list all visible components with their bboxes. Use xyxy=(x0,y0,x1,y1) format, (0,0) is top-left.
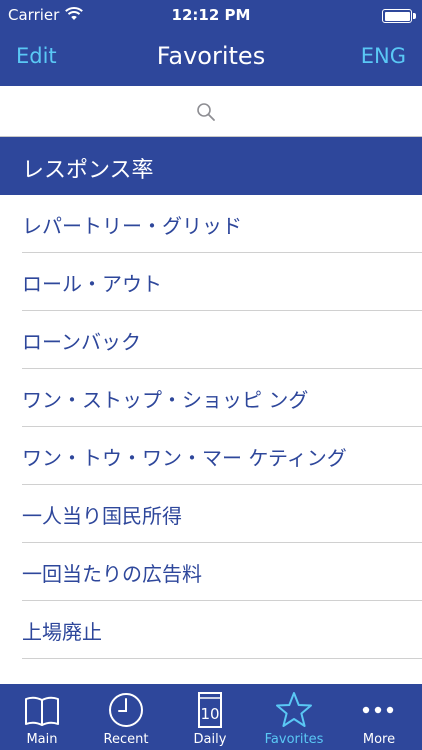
tab-daily-label: Daily xyxy=(193,732,227,747)
battery-icon xyxy=(382,9,416,23)
calendar-day-number: 10 xyxy=(200,705,219,723)
list-item[interactable]: 一人当り国民所得 xyxy=(22,485,422,543)
language-button[interactable]: ENG xyxy=(361,44,406,68)
tab-recent[interactable]: Recent xyxy=(84,684,168,750)
list-item[interactable]: ロール・アウト xyxy=(22,253,422,311)
section-header: レスポンス率 xyxy=(0,137,422,195)
list-item[interactable]: ワン・トウ・ワン・マー ケティング xyxy=(22,427,422,485)
favorites-list: レパートリー・グリッド ロール・アウト ローンバック ワン・ストップ・ショッピ … xyxy=(0,195,422,684)
list-item[interactable]: 一回当たりの広告料 xyxy=(22,543,422,601)
search-input[interactable] xyxy=(0,86,422,137)
status-time: 12:12 PM xyxy=(171,6,251,24)
tab-recent-label: Recent xyxy=(103,732,149,747)
tab-bar: Main Recent 10 Daily Favorites More xyxy=(0,684,422,750)
navigation-bar: Edit Favorites ENG xyxy=(0,30,422,86)
tab-more[interactable]: More xyxy=(336,684,422,750)
tab-main[interactable]: Main xyxy=(0,684,84,750)
tab-favorites[interactable]: Favorites xyxy=(252,684,336,750)
list-item[interactable]: レパートリー・グリッド xyxy=(22,195,422,253)
tab-more-label: More xyxy=(362,732,396,747)
star-icon xyxy=(276,692,312,727)
clock-icon xyxy=(109,693,143,727)
search-bar xyxy=(0,86,422,137)
ellipsis-icon xyxy=(362,706,394,714)
top-bar: Carrier 12:12 PM Edit Favorites ENG xyxy=(0,0,422,86)
list-item[interactable]: ワン・ストップ・ショッピ ング xyxy=(22,369,422,427)
status-bar: Carrier 12:12 PM xyxy=(0,0,422,30)
page-title: Favorites xyxy=(156,42,266,70)
tab-daily[interactable]: 10 Daily xyxy=(168,684,252,750)
tab-favorites-label: Favorites xyxy=(264,732,324,747)
list-item[interactable]: ローンバック xyxy=(22,311,422,369)
calendar-icon: 10 xyxy=(198,692,222,728)
tab-main-label: Main xyxy=(26,732,58,747)
list-item[interactable]: 上場廃止 xyxy=(22,601,422,659)
book-icon xyxy=(25,696,59,726)
